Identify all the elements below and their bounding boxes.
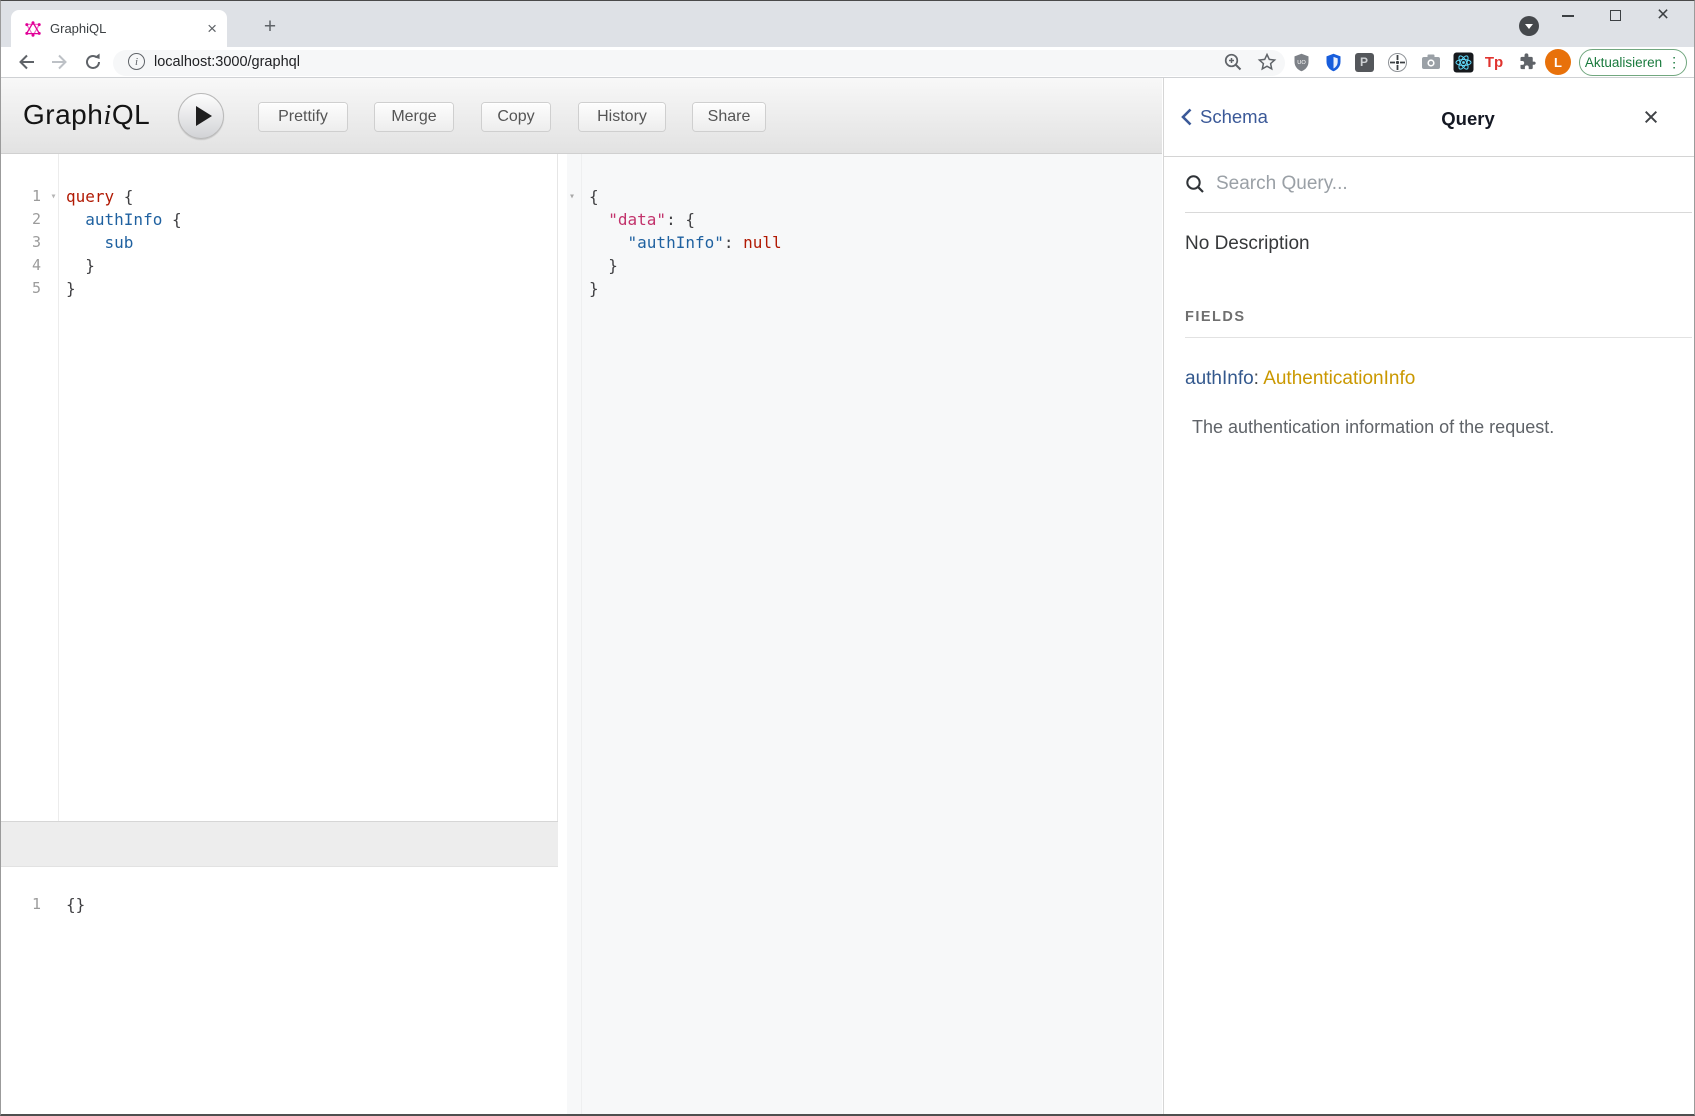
copy-button[interactable]: Copy	[482, 103, 550, 131]
search-underline	[1185, 212, 1692, 213]
merge-button[interactable]: Merge	[375, 103, 453, 131]
window-close-icon[interactable]: ×	[1651, 3, 1675, 27]
query-editor[interactable]: 1▾query {2 authInfo {3 sub4 }5}	[1, 154, 558, 821]
doc-explorer-header: Schema Query ×	[1164, 78, 1695, 157]
site-info-icon[interactable]: i	[128, 53, 145, 70]
fields-divider	[1185, 337, 1692, 338]
tab-search-icon[interactable]	[1519, 16, 1539, 36]
forward-icon[interactable]	[48, 51, 70, 73]
doc-explorer: Schema Query × No Description FIELDS aut…	[1163, 78, 1695, 1115]
docs-search-input[interactable]	[1216, 173, 1656, 195]
field-type-link[interactable]: AuthenticationInfo	[1263, 368, 1415, 389]
zoom-page-icon[interactable]	[1222, 51, 1244, 73]
update-browser-button[interactable]: Aktualisieren ⋮	[1579, 49, 1687, 76]
tab-strip: GraphiQL × + ×	[1, 1, 1695, 47]
tampermonkey-extension-icon[interactable]: Tp	[1483, 51, 1505, 73]
profile-avatar[interactable]: L	[1545, 49, 1571, 75]
field-description: The authentication information of the re…	[1192, 417, 1554, 438]
crosshair-extension-icon[interactable]	[1386, 51, 1408, 73]
field-name-link[interactable]: authInfo	[1185, 368, 1254, 389]
docs-title: Query	[1164, 108, 1695, 130]
play-icon	[196, 106, 212, 126]
browser-window: GraphiQL × + × i localhost:3000/graphql …	[0, 0, 1695, 1116]
bookmark-star-icon[interactable]	[1256, 51, 1278, 73]
maximize-icon[interactable]	[1610, 10, 1621, 21]
tab-close-icon[interactable]: ×	[207, 20, 217, 37]
bitwarden-extension-icon[interactable]	[1322, 51, 1344, 73]
ublock-extension-icon[interactable]: UO	[1290, 51, 1312, 73]
variables-editor[interactable]: 1{}	[1, 867, 558, 1115]
graphiql-logo: GraphiQL	[23, 99, 150, 132]
camera-extension-icon[interactable]	[1420, 51, 1442, 73]
reload-icon[interactable]	[82, 51, 104, 73]
update-label: Aktualisieren	[1585, 55, 1662, 70]
back-icon[interactable]	[16, 51, 38, 73]
variables-tab-bar: QUERY VARIABLES REQUEST HEADERS	[1, 821, 558, 867]
minimize-icon[interactable]	[1562, 15, 1574, 17]
fields-section-label: FIELDS	[1185, 309, 1246, 325]
extensions-puzzle-icon[interactable]	[1516, 51, 1538, 73]
gutter-divider	[58, 154, 59, 821]
field-row-authinfo: authInfo: AuthenticationInfo	[1185, 368, 1415, 390]
result-viewer: ▾{ "data": { "authInfo": null }}	[567, 154, 1162, 1115]
result-fold-gutter	[581, 154, 582, 1115]
react-devtools-icon[interactable]	[1452, 51, 1474, 73]
menu-dots-icon: ⋮	[1667, 54, 1681, 71]
graphql-favicon-icon	[25, 21, 41, 37]
svg-text:UO: UO	[1297, 59, 1306, 65]
pane-drag-handle[interactable]	[558, 154, 567, 1115]
execute-query-button[interactable]	[178, 93, 224, 139]
type-description: No Description	[1185, 233, 1310, 255]
browser-tab-graphiql[interactable]: GraphiQL ×	[11, 10, 227, 47]
privacy-extension-icon[interactable]: P	[1353, 51, 1375, 73]
url-text[interactable]: localhost:3000/graphql	[154, 54, 300, 70]
docs-close-icon[interactable]: ×	[1636, 102, 1666, 132]
share-button[interactable]: Share	[693, 103, 765, 131]
docs-search-icon	[1185, 174, 1205, 194]
tab-title: GraphiQL	[50, 21, 207, 36]
history-button[interactable]: History	[579, 103, 665, 131]
prettify-button[interactable]: Prettify	[259, 103, 347, 131]
new-tab-button[interactable]: +	[257, 14, 283, 40]
